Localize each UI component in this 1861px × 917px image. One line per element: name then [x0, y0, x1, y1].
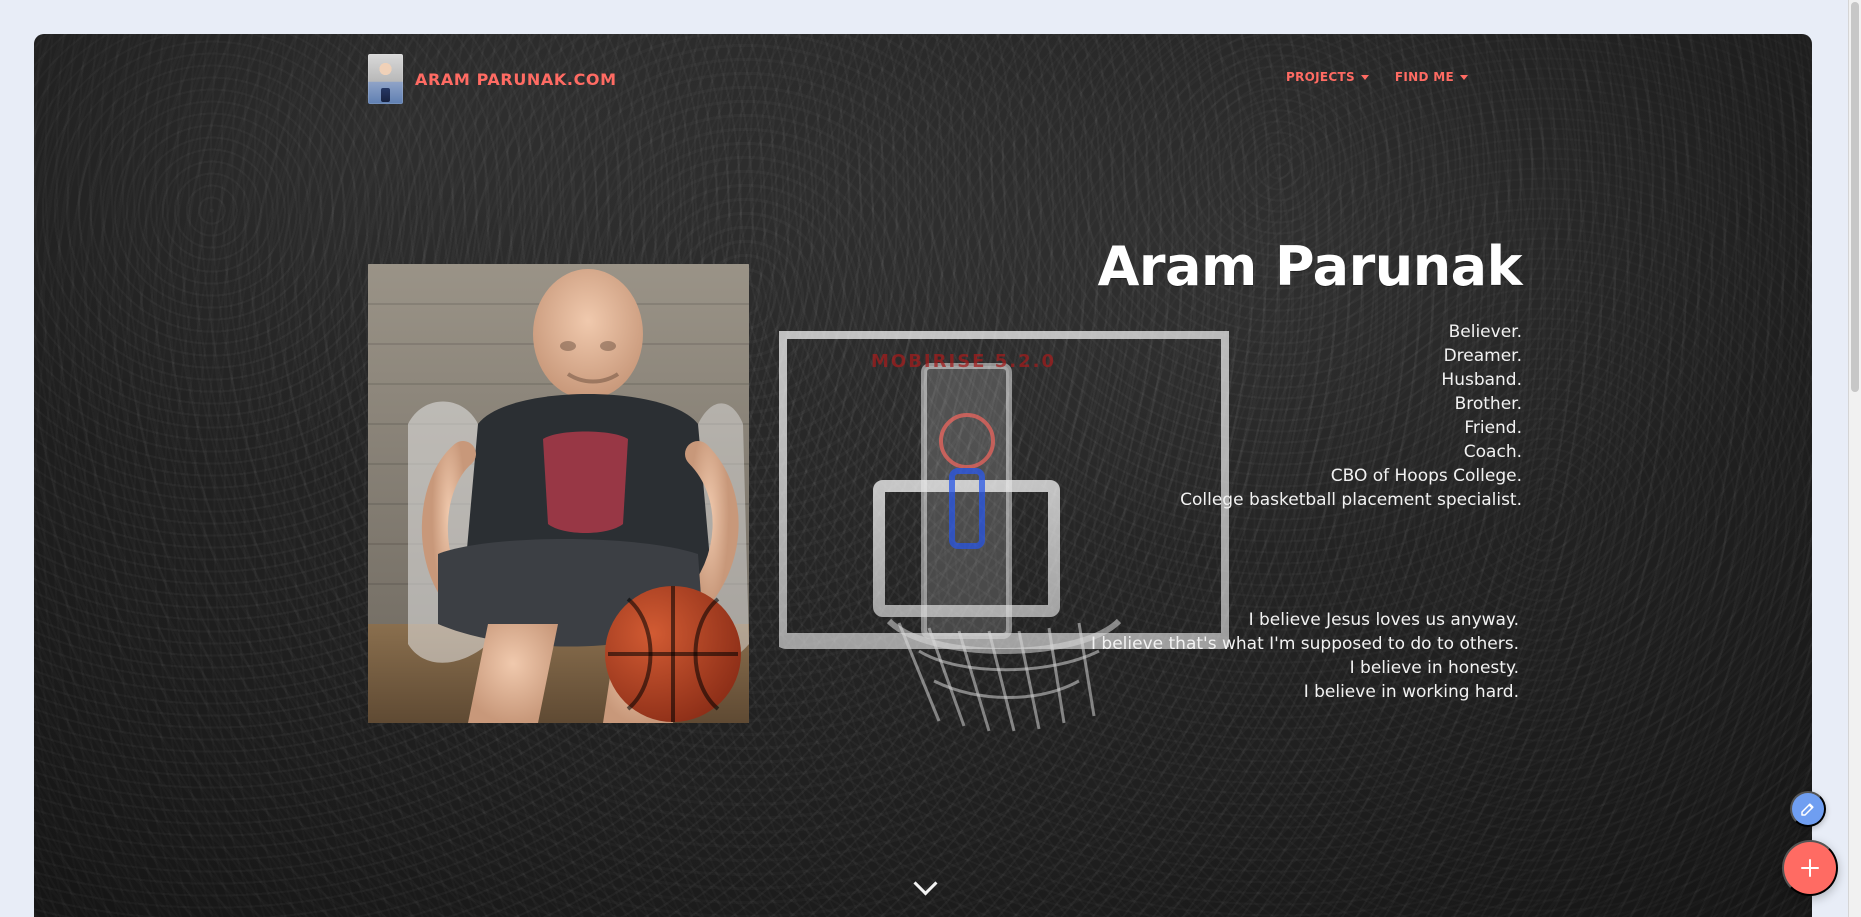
hero-section: MOBIRISE 5.2.0: [34, 34, 1812, 917]
identity-list: Believer. Dreamer. Husband. Brother. Fri…: [1180, 320, 1522, 512]
background-foliage: [34, 34, 1812, 917]
nav-links: PROJECTS FIND ME: [1286, 70, 1468, 84]
beliefs-list: I believe Jesus loves us anyway. I belie…: [1091, 608, 1519, 704]
hero-title: Aram Parunak: [1097, 235, 1523, 298]
top-nav: ARAM PARUNAK.COM PROJECTS FIND ME: [368, 54, 1468, 104]
nav-find-me-label: FIND ME: [1394, 70, 1454, 84]
belief-item: I believe in working hard.: [1303, 682, 1519, 702]
avatar-icon: [368, 54, 403, 104]
identity-item: Believer.: [1448, 322, 1522, 342]
nav-projects[interactable]: PROJECTS: [1286, 70, 1369, 84]
belief-item: I believe Jesus loves us anyway.: [1248, 610, 1519, 630]
identity-item: College basketball placement specialist.: [1180, 490, 1522, 510]
add-fab[interactable]: [1782, 840, 1838, 896]
profile-photo-illustration: [368, 264, 749, 723]
belief-item: I believe that's what I'm supposed to do…: [1091, 634, 1519, 654]
plus-icon: [1801, 859, 1819, 877]
identity-item: Coach.: [1463, 442, 1522, 462]
belief-item: I believe in honesty.: [1349, 658, 1519, 678]
edit-fab[interactable]: [1790, 791, 1826, 827]
identity-item: Brother.: [1454, 394, 1522, 414]
caret-down-icon: [1460, 75, 1468, 80]
identity-item: Husband.: [1441, 370, 1522, 390]
identity-item: Dreamer.: [1443, 346, 1522, 366]
profile-photo: [368, 264, 749, 723]
caret-down-icon: [1360, 75, 1369, 80]
nav-projects-label: PROJECTS: [1285, 70, 1355, 84]
nav-find-me[interactable]: FIND ME: [1395, 70, 1468, 84]
brand-text: ARAM PARUNAK.COM: [415, 69, 617, 89]
page-scrollbar[interactable]: [1848, 0, 1861, 917]
pencil-icon: [1801, 803, 1814, 816]
identity-item: CBO of Hoops College.: [1330, 466, 1522, 486]
page-scroll-thumb[interactable]: [1851, 2, 1859, 392]
brand-link[interactable]: ARAM PARUNAK.COM: [368, 54, 617, 104]
identity-item: Friend.: [1464, 418, 1522, 438]
